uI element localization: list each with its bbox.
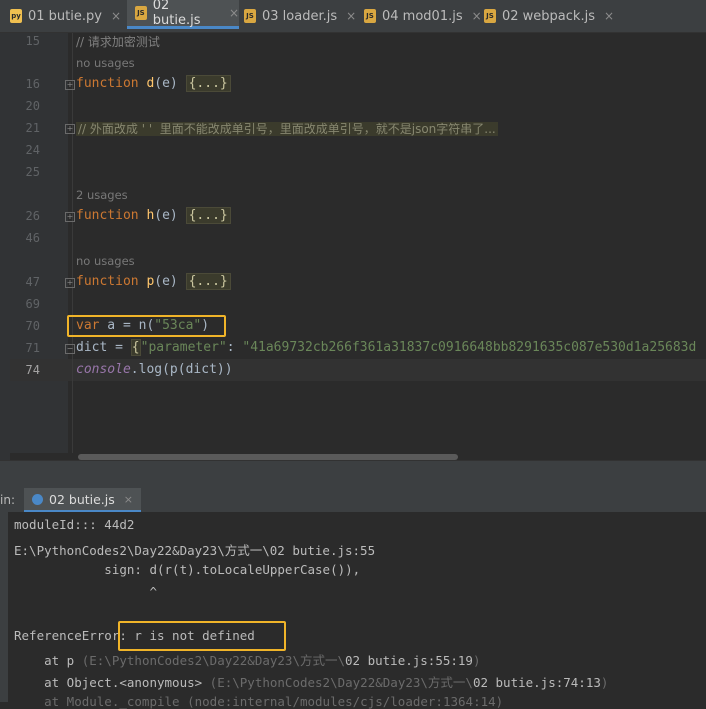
code-line-47: function p(e) {...} — [76, 273, 231, 290]
tab-02-webpack-js[interactable]: JS 02 webpack.js × — [484, 0, 614, 32]
fold-expand-icon[interactable]: + — [65, 124, 75, 134]
string-literal: "parameter" — [140, 340, 227, 355]
code-editor[interactable] — [68, 33, 706, 460]
close-icon[interactable]: × — [604, 9, 614, 23]
line-number: 47 — [25, 275, 40, 289]
trace-file[interactable]: 02 butie.js:55:19 — [345, 653, 473, 668]
panel-separator[interactable] — [0, 460, 706, 489]
editor-tab-bar: py 01 butie.py × JS 02 butie.js × JS 03 … — [0, 0, 706, 33]
gutter-divider — [72, 33, 73, 460]
line-number: 69 — [25, 297, 40, 311]
code-line-74: console.log(p(dict)) — [76, 362, 233, 377]
tab-label: 01 butie.py — [28, 8, 102, 24]
keyword: function — [76, 208, 139, 223]
console-line: sign: d(r(t).toLocaleUpperCase()), — [14, 562, 361, 577]
usages-hint[interactable]: 2 usages — [76, 188, 128, 202]
run-config-icon — [32, 493, 43, 505]
javascript-file-icon: JS — [364, 9, 376, 23]
console-toolbar-strip — [0, 512, 8, 702]
line-number: 26 — [25, 209, 40, 223]
trace-text: ) — [600, 675, 609, 690]
run-tab-label: 02 butie.js — [49, 491, 115, 507]
close-icon[interactable]: × — [124, 493, 133, 506]
line-number: 15 — [25, 34, 40, 48]
code-line-71: dict = {"parameter": "41a69732cb266f361a… — [76, 339, 697, 356]
code-line-16: function d(e) {...} — [76, 75, 231, 92]
collapsed-block[interactable]: {...} — [185, 207, 231, 224]
line-number: 46 — [25, 231, 40, 245]
trace-text: at Object.<anonymous> — [14, 675, 210, 690]
tab-label: 04 mod01.js — [382, 8, 463, 24]
console-object: console — [76, 362, 131, 377]
code-text: : — [226, 340, 243, 355]
tab-label: 03 loader.js — [262, 8, 338, 24]
params: (e) — [154, 208, 186, 223]
python-file-icon: py — [10, 9, 22, 23]
line-number: 25 — [25, 165, 40, 179]
code-text: .log(p(dict)) — [130, 362, 233, 377]
code-line-15: // 请求加密测试 — [76, 35, 160, 49]
run-tab-02-butie-js[interactable]: 02 butie.js × — [24, 488, 141, 512]
highlight-box — [118, 621, 286, 651]
tab-label: 02 butie.js — [152, 0, 201, 28]
line-number: 21 — [25, 121, 40, 135]
usages-hint[interactable]: no usages — [76, 56, 135, 70]
tab-01-butie-py[interactable]: py 01 butie.py × — [10, 0, 121, 32]
code-text: dict = — [76, 340, 131, 355]
line-number: 74 — [25, 363, 40, 377]
keyword: function — [76, 274, 139, 289]
trace-text: at p — [14, 653, 82, 668]
tab-02-butie-js[interactable]: JS 02 butie.js × — [127, 0, 239, 29]
collapsed-block[interactable]: {...} — [185, 75, 231, 92]
usages-hint[interactable]: no usages — [76, 254, 135, 268]
javascript-file-icon: JS — [484, 9, 496, 23]
fold-expand-icon[interactable]: + — [65, 212, 75, 222]
line-number: 70 — [25, 319, 40, 333]
collapsed-comment[interactable]: // 外面改成 ' ' 里面不能改成单引号，里面改成单引号，就不是json字符串… — [76, 122, 498, 136]
collapsed-brace[interactable]: { — [130, 339, 141, 356]
console-line: E:\PythonCodes2\Day22&Day23\方式一\02 butie… — [14, 543, 376, 558]
highlight-box — [67, 315, 226, 337]
trace-file[interactable]: 02 butie.js:74:13 — [473, 675, 601, 690]
stack-trace-line: at p (E:\PythonCodes2\Day22&Day23\方式一\02… — [14, 650, 480, 669]
fold-expand-icon[interactable]: + — [65, 278, 75, 288]
javascript-file-icon: JS — [244, 9, 256, 23]
string-literal: "41a69732cb266f361a31837c0916648bb829163… — [242, 340, 697, 355]
collapsed-block[interactable]: {...} — [185, 273, 231, 290]
stack-trace-line: at Object.<anonymous> (E:\PythonCodes2\D… — [14, 672, 608, 691]
tab-04-mod01-js[interactable]: JS 04 mod01.js × — [364, 0, 482, 32]
trace-path[interactable]: (E:\PythonCodes2\Day22&Day23\方式一\ — [210, 675, 473, 690]
code-line-21: // 外面改成 ' ' 里面不能改成单引号，里面改成单引号，就不是json字符串… — [76, 120, 498, 137]
close-icon[interactable]: × — [229, 6, 239, 20]
run-label: in: — [0, 493, 15, 507]
tab-03-loader-js[interactable]: JS 03 loader.js × — [244, 0, 356, 32]
keyword: function — [76, 76, 139, 91]
close-icon[interactable]: × — [472, 9, 482, 23]
trace-path[interactable]: (E:\PythonCodes2\Day22&Day23\方式一\ — [82, 653, 345, 668]
params: (e) — [154, 76, 186, 91]
close-icon[interactable]: × — [111, 9, 121, 23]
line-number: 71 — [25, 341, 40, 355]
line-number: 16 — [25, 77, 40, 91]
line-number: 24 — [25, 143, 40, 157]
close-icon[interactable]: × — [346, 9, 356, 23]
fold-expand-icon[interactable]: + — [65, 80, 75, 90]
console-line: ^ — [14, 584, 157, 599]
tool-window-strip — [0, 33, 10, 460]
console-line: moduleId::: 44d2 — [14, 517, 135, 532]
code-line-26: function h(e) {...} — [76, 207, 231, 224]
line-number: 20 — [25, 99, 40, 113]
fold-collapse-icon[interactable]: − — [65, 344, 75, 354]
javascript-file-icon: JS — [135, 6, 147, 20]
line-number-gutter — [10, 33, 68, 460]
trace-text: ) — [472, 653, 481, 668]
params: (e) — [154, 274, 186, 289]
tab-label: 02 webpack.js — [502, 8, 595, 24]
